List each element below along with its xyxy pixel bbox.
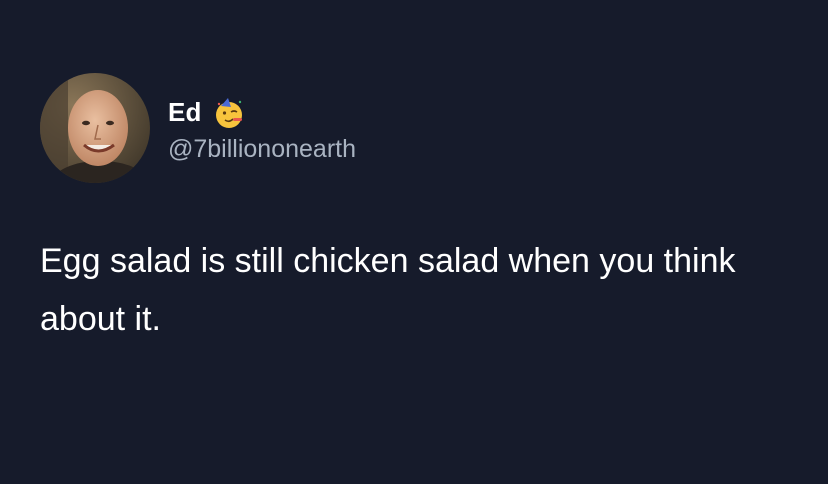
display-name[interactable]: Ed [168,97,202,128]
tweet-header: Ed @7billiononearth [40,73,356,183]
name-row: Ed [168,93,356,133]
user-handle[interactable]: @7billiononearth [168,135,356,164]
user-info: Ed @7billiononearth [168,93,356,164]
partying-face-emoji-icon [212,96,246,130]
tweet-text: Egg salad is still chicken salad when yo… [40,242,736,338]
tweet-card: Ed @7billiononearth Egg salad is still c… [0,0,828,484]
avatar[interactable] [40,73,150,183]
avatar-photo [40,73,150,183]
